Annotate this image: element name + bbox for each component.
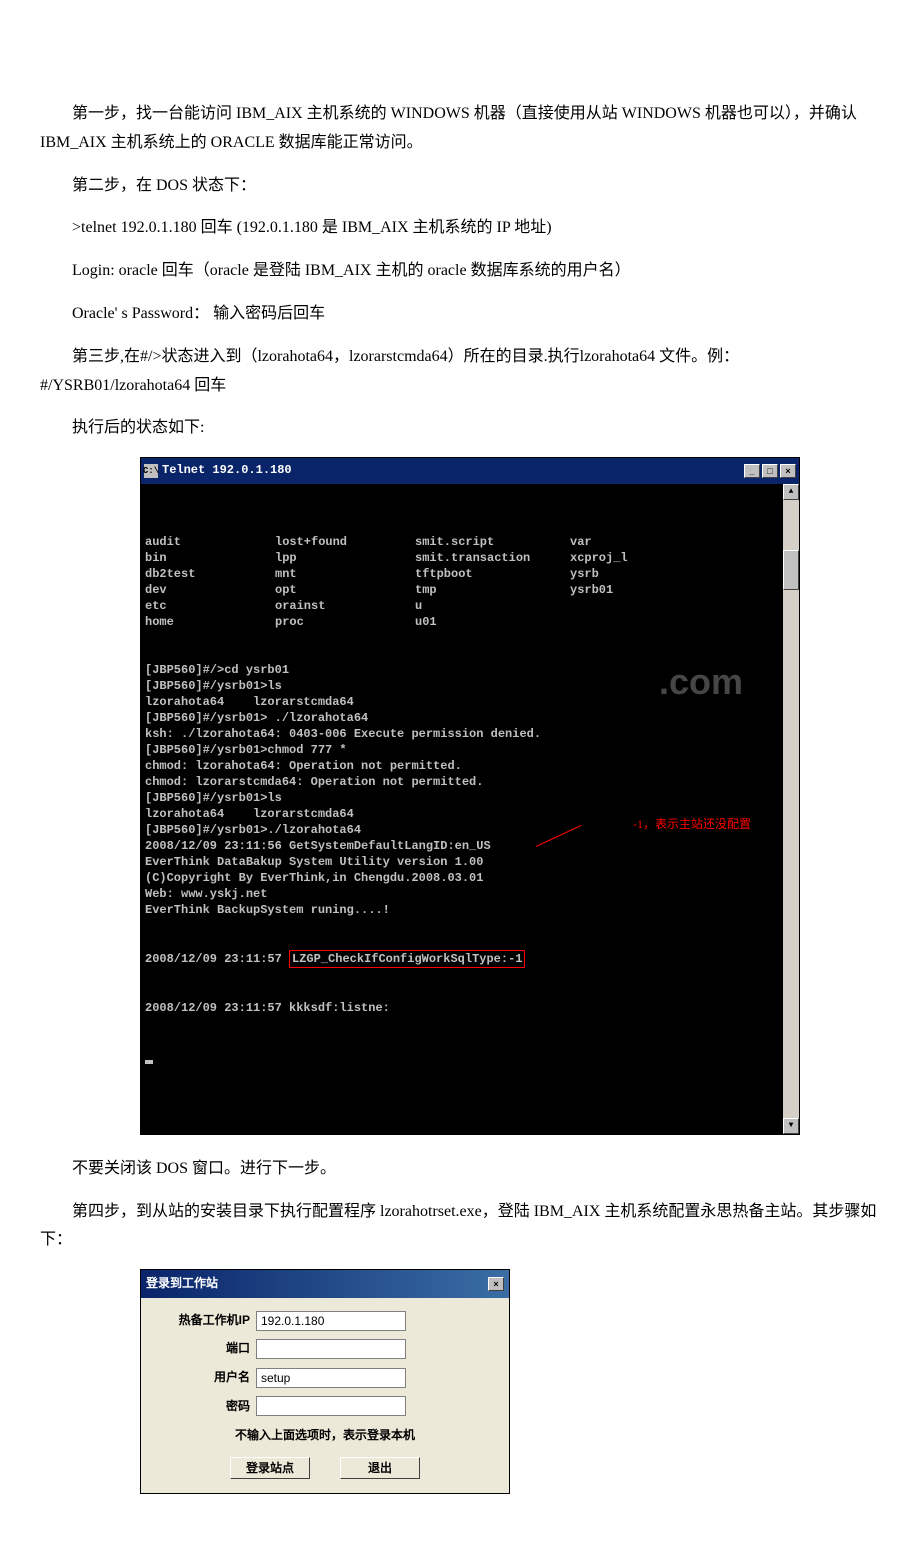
scroll-down-button[interactable]: ▼ xyxy=(783,1118,799,1134)
login-titlebar[interactable]: 登录到工作站 × xyxy=(141,1270,509,1298)
login-button[interactable]: 登录站点 xyxy=(230,1457,310,1479)
ls-row: homeprocu01 xyxy=(145,614,779,630)
term-line: [JBP560]#/ysrb01>chmod 777 * xyxy=(145,742,779,758)
minimize-button[interactable]: _ xyxy=(744,464,760,478)
term-line: EverThink DataBakup System Utility versi… xyxy=(145,854,779,870)
ls-row: devopttmpysrb01 xyxy=(145,582,779,598)
ls-cell: tmp xyxy=(415,582,570,598)
ls-row: auditlost+foundsmit.scriptvar xyxy=(145,534,779,550)
terminal-cursor xyxy=(145,1060,153,1064)
ls-cell: var xyxy=(570,534,779,550)
user-label: 用户名 xyxy=(161,1367,256,1389)
ip-label: 热备工作机IP xyxy=(161,1310,256,1332)
term-line: EverThink BackupSystem runing....! xyxy=(145,902,779,918)
term-line-redbox-prefix: 2008/12/09 23:11:57 xyxy=(145,952,289,966)
paragraph-step4: 第四步，到从站的安装目录下执行配置程序 lzorahotrset.exe，登陆 … xyxy=(40,1198,880,1256)
term-line: [JBP560]#/ysrb01>ls xyxy=(145,790,779,806)
maximize-button[interactable]: □ xyxy=(762,464,778,478)
ls-cell: orainst xyxy=(275,598,415,614)
ls-cell xyxy=(570,598,779,614)
paragraph-keep-open: 不要关闭该 DOS 窗口。进行下一步。 xyxy=(40,1155,880,1184)
ls-cell: dev xyxy=(145,582,275,598)
ls-row: db2testmnttftpbootysrb xyxy=(145,566,779,582)
ls-cell: mnt xyxy=(275,566,415,582)
ls-cell xyxy=(570,614,779,630)
highlighted-config-check: LZGP_CheckIfConfigWorkSqlType:-1 xyxy=(289,950,525,968)
paragraph-step1: 第一步，找一台能访问 IBM_AIX 主机系统的 WINDOWS 机器（直接使用… xyxy=(40,100,880,158)
ls-cell: lpp xyxy=(275,550,415,566)
scrollbar[interactable]: ▲ ▼ xyxy=(783,484,799,1134)
pass-input[interactable] xyxy=(256,1396,406,1416)
paragraph-exec-result: 执行后的状态如下: xyxy=(40,414,880,443)
term-line: [JBP560]#/>cd ysrb01 xyxy=(145,662,779,678)
paragraph-step3: 第三步,在#/>状态进入到（lzorahota64，lzorarstcmda64… xyxy=(40,343,880,401)
exit-button[interactable]: 退出 xyxy=(340,1457,420,1479)
term-line: lzorahota64 lzorarstcmda64 xyxy=(145,694,779,710)
port-label: 端口 xyxy=(161,1338,256,1360)
port-input[interactable] xyxy=(256,1339,406,1359)
ls-cell: u xyxy=(415,598,570,614)
telnet-window: C:\ Telnet 192.0.1.180 _ □ × .com auditl… xyxy=(140,457,800,1135)
scroll-track[interactable] xyxy=(783,500,799,1118)
login-title: 登录到工作站 xyxy=(146,1273,486,1295)
term-line: 2008/12/09 23:11:56 GetSystemDefaultLang… xyxy=(145,838,779,854)
telnet-title: Telnet 192.0.1.180 xyxy=(162,460,742,482)
ls-cell: home xyxy=(145,614,275,630)
telnet-terminal-output[interactable]: .com auditlost+foundsmit.scriptvarbinlpp… xyxy=(141,484,783,1134)
term-line-last: 2008/12/09 23:11:57 kkksdf:listne: xyxy=(145,1000,779,1016)
user-input[interactable] xyxy=(256,1368,406,1388)
ls-cell: xcproj_l xyxy=(570,550,779,566)
term-line: chmod: lzorarstcmda64: Operation not per… xyxy=(145,774,779,790)
scroll-thumb[interactable] xyxy=(783,550,799,590)
term-line: ksh: ./lzorahota64: 0403-006 Execute per… xyxy=(145,726,779,742)
ls-row: etcorainstu xyxy=(145,598,779,614)
telnet-titlebar[interactable]: C:\ Telnet 192.0.1.180 _ □ × xyxy=(141,458,799,484)
ls-cell: smit.transaction xyxy=(415,550,570,566)
term-line: (C)Copyright By EverThink,in Chengdu.200… xyxy=(145,870,779,886)
ls-cell: ysrb01 xyxy=(570,582,779,598)
close-button[interactable]: × xyxy=(780,464,796,478)
paragraph-telnet-cmd: >telnet 192.0.1.180 回车 (192.0.1.180 是 IB… xyxy=(40,214,880,243)
term-line: [JBP560]#/ysrb01> ./lzorahota64 xyxy=(145,710,779,726)
term-line: [JBP560]#/ysrb01>ls xyxy=(145,678,779,694)
login-dialog: 登录到工作站 × 热备工作机IP 端口 用户名 密码 不输入上面选项时，表示登录… xyxy=(140,1269,510,1494)
term-line: Web: www.yskj.net xyxy=(145,886,779,902)
paragraph-step2: 第二步，在 DOS 状态下： xyxy=(40,172,880,201)
ls-cell: lost+found xyxy=(275,534,415,550)
paragraph-login: Login: oracle 回车（oracle 是登陆 IBM_AIX 主机的 … xyxy=(40,257,880,286)
terminal-icon: C:\ xyxy=(144,464,158,478)
term-line: chmod: lzorahota64: Operation not permit… xyxy=(145,758,779,774)
paragraph-password: Oracle' s Password： 输入密码后回车 xyxy=(40,300,880,329)
ls-cell: proc xyxy=(275,614,415,630)
ls-cell: etc xyxy=(145,598,275,614)
scroll-up-button[interactable]: ▲ xyxy=(783,484,799,500)
ls-cell: u01 xyxy=(415,614,570,630)
ls-row: binlppsmit.transactionxcproj_l xyxy=(145,550,779,566)
ls-cell: ysrb xyxy=(570,566,779,582)
ip-input[interactable] xyxy=(256,1311,406,1331)
ls-cell: db2test xyxy=(145,566,275,582)
ls-cell: tftpboot xyxy=(415,566,570,582)
ls-cell: audit xyxy=(145,534,275,550)
pass-label: 密码 xyxy=(161,1396,256,1418)
login-hint: 不输入上面选项时，表示登录本机 xyxy=(161,1425,489,1447)
annotation-config: -1，表示主站还没配置 xyxy=(633,816,773,832)
ls-cell: bin xyxy=(145,550,275,566)
ls-cell: smit.script xyxy=(415,534,570,550)
ls-cell: opt xyxy=(275,582,415,598)
dialog-close-button[interactable]: × xyxy=(488,1277,504,1291)
